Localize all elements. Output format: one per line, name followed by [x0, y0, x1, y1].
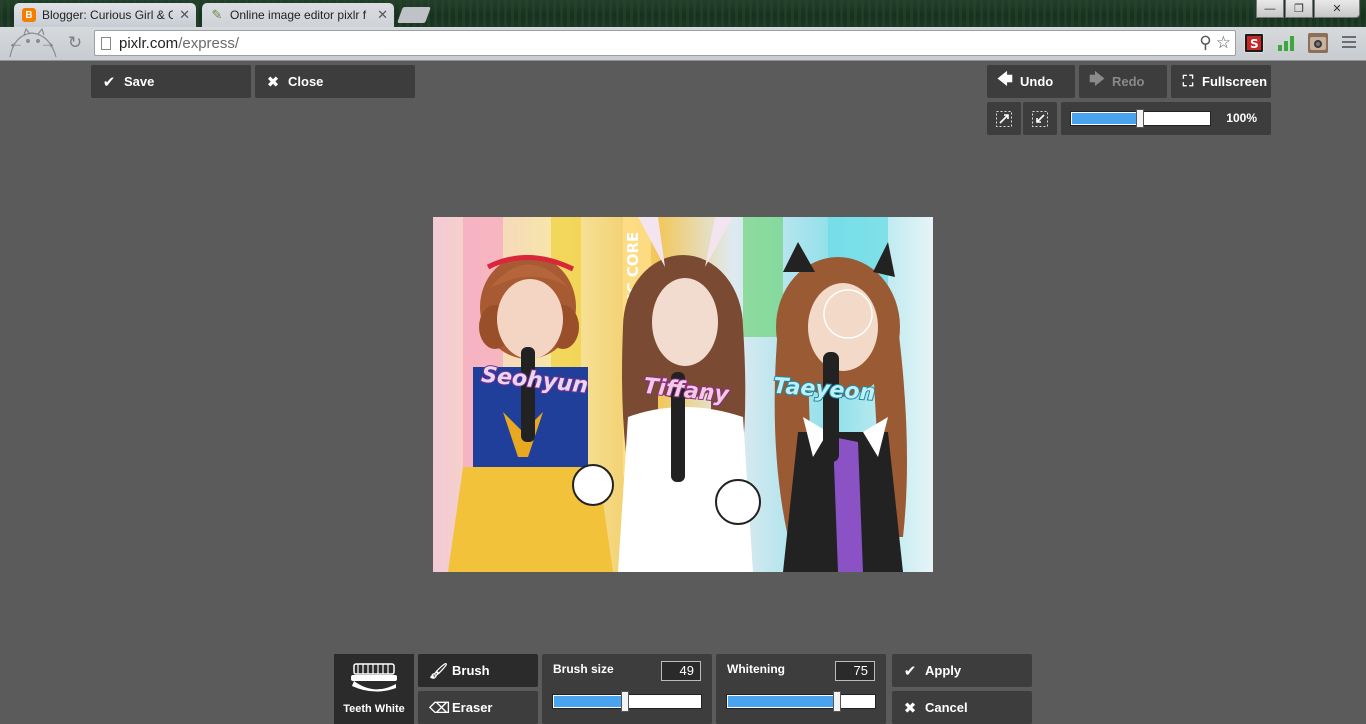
whitening-slider-fill [728, 696, 838, 707]
expand-icon [996, 110, 1012, 127]
search-icon[interactable]: ⚲ [1199, 34, 1211, 52]
whitening-slider[interactable] [726, 691, 876, 712]
brush-size-slider[interactable] [552, 691, 702, 712]
window-controls: — ❐ ✕ [1255, 0, 1360, 18]
fullscreen-icon: ⛶ [1182, 73, 1194, 90]
close-icon: ✖ [266, 73, 280, 91]
url-host: pixlr.com [119, 34, 179, 52]
save-label: Save [124, 74, 155, 89]
fullscreen-button[interactable]: ⛶ Fullscreen [1171, 65, 1271, 98]
zoom-slider[interactable] [1070, 109, 1211, 128]
tab-title: Blogger: Curious Girl & Gi [42, 8, 174, 22]
shrink-icon [1032, 110, 1048, 127]
redo-button[interactable]: 🡆 Redo [1079, 65, 1167, 98]
url-path: /express/ [178, 34, 240, 52]
tab-blogger[interactable]: B Blogger: Curious Girl & Gi ✕ [14, 3, 196, 27]
eraser-label: Eraser [452, 700, 493, 715]
toothbrush-icon [351, 663, 397, 692]
whitening-label: Whitening [727, 662, 785, 676]
tab-close-icon[interactable]: ✕ [377, 7, 388, 23]
arrow-left-icon: 🡄 [997, 71, 1013, 88]
forward-icon[interactable]: → [38, 33, 58, 53]
reload-icon[interactable]: ↻ [65, 33, 85, 53]
brush-label: Brush [452, 663, 490, 678]
svg-text:S: S [1250, 37, 1259, 51]
close-button[interactable]: ✖ Close [255, 65, 415, 98]
apply-label: Apply [925, 663, 962, 678]
close-icon: ✖ [903, 699, 917, 717]
browser-toolbar: ← → ↻ pixlr.com/express/ ⚲ ☆ S [0, 27, 1366, 61]
cancel-button[interactable]: ✖ Cancel [892, 691, 1032, 724]
photo-image: MUSIC CORE Seohyun Tiffany Taeyeon [433, 217, 933, 572]
bookmark-star-icon[interactable]: ☆ [1216, 34, 1231, 52]
back-icon[interactable]: ← [6, 33, 26, 53]
page-icon [101, 36, 111, 50]
browser-titlebar: B Blogger: Curious Girl & Gi ✕ ✎ Online … [0, 0, 1366, 27]
cancel-label: Cancel [925, 700, 968, 715]
pixlr-brush-icon: ✎ [211, 7, 223, 22]
arrow-right-icon: 🡆 [1089, 71, 1105, 88]
maximize-button[interactable]: ❐ [1285, 0, 1313, 18]
extension-signal-icon[interactable] [1276, 33, 1296, 53]
zoom-level: 100% [1226, 111, 1257, 125]
tab-close-icon[interactable]: ✕ [179, 7, 190, 23]
undo-label: Undo [1020, 74, 1054, 89]
actual-size-button[interactable] [1023, 102, 1057, 135]
undo-button[interactable]: 🡄 Undo [987, 65, 1075, 98]
tab-title: Online image editor pixlr f [230, 8, 367, 22]
extension-s-icon[interactable]: S [1244, 33, 1264, 53]
blogger-icon: B [22, 8, 36, 22]
brush-size-panel: Brush size 49 [542, 654, 712, 724]
save-button[interactable]: ✔ Save [91, 65, 251, 98]
apply-button[interactable]: ✔ Apply [892, 654, 1032, 687]
eraser-button[interactable]: ⌫ Eraser [418, 691, 538, 724]
brush-button[interactable]: 🖌 Brush [418, 654, 538, 687]
browser-menu-icon[interactable] [1342, 36, 1356, 48]
whitening-input[interactable]: 75 [835, 661, 875, 681]
extension-instagram-icon[interactable] [1308, 33, 1328, 53]
brush-icon: 🖌 [429, 662, 449, 680]
brush-size-slider-handle[interactable] [621, 691, 629, 712]
eraser-icon: ⌫ [429, 699, 451, 717]
fullscreen-label: Fullscreen [1202, 74, 1268, 89]
brush-size-label: Brush size [553, 662, 614, 676]
brush-size-input[interactable]: 49 [661, 661, 701, 681]
whitening-slider-handle[interactable] [833, 691, 841, 712]
fit-to-screen-button[interactable] [987, 102, 1021, 135]
zoom-control: 100% [1061, 102, 1271, 135]
address-bar[interactable]: pixlr.com/express/ ⚲ ☆ [94, 30, 1236, 56]
teeth-white-tool-button[interactable]: Teeth White [334, 654, 414, 724]
brush-size-slider-fill [554, 696, 626, 707]
new-tab-button[interactable] [397, 7, 431, 23]
whitening-panel: Whitening 75 [716, 654, 886, 724]
redo-label: Redo [1112, 74, 1145, 89]
close-window-button[interactable]: ✕ [1314, 0, 1360, 18]
teeth-white-label: Teeth White [343, 703, 405, 715]
photo-canvas[interactable]: MUSIC CORE Seohyun Tiffany Taeyeon [433, 217, 933, 572]
check-icon: ✔ [903, 662, 917, 680]
tab-pixlr[interactable]: ✎ Online image editor pixlr f ✕ [202, 3, 394, 27]
minimize-button[interactable]: — [1256, 0, 1284, 18]
close-label: Close [288, 74, 324, 89]
check-icon: ✔ [102, 73, 116, 91]
zoom-slider-fill [1072, 113, 1141, 124]
zoom-slider-handle[interactable] [1136, 109, 1144, 128]
